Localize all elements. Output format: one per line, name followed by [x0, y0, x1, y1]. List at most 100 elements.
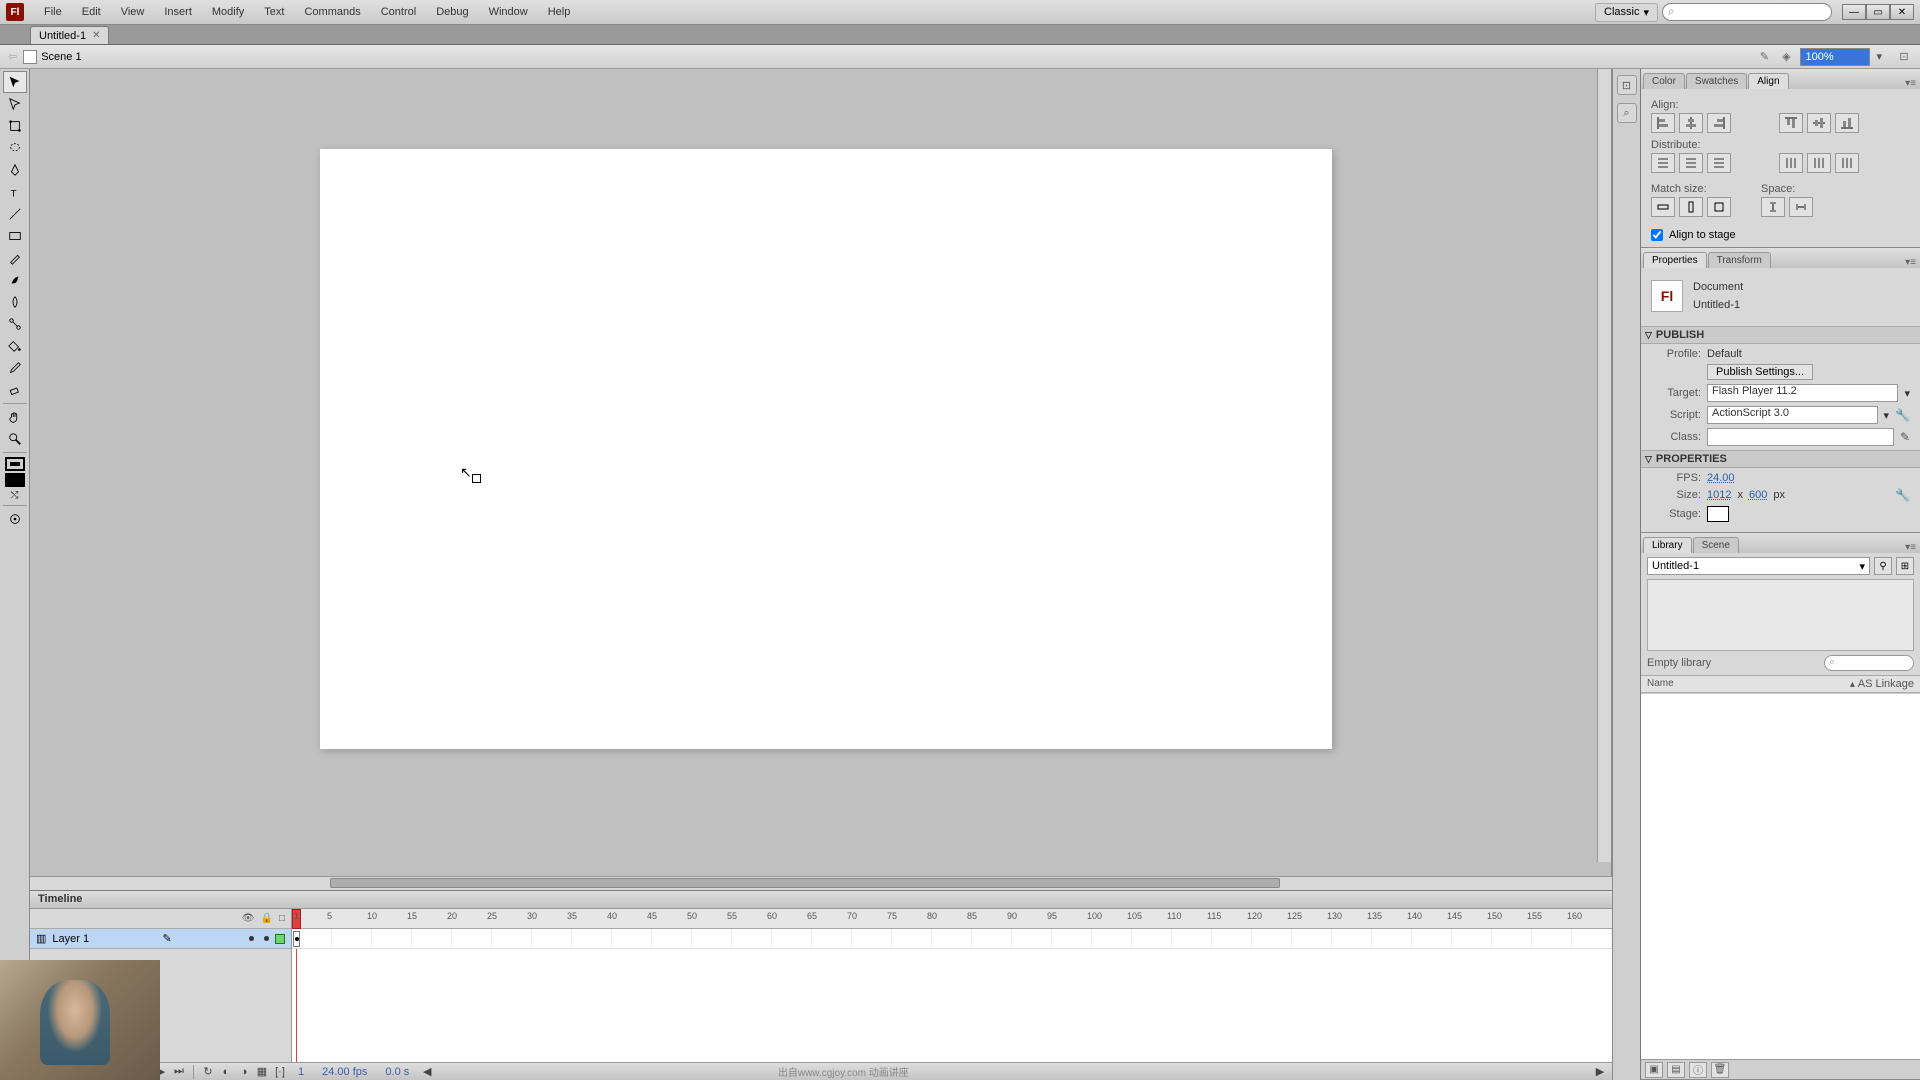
timeline-ruler[interactable]: 1 5 10 15 20 25 30 35 40 45 50 55 60 65 [292, 909, 1612, 929]
dist-top[interactable] [1651, 153, 1675, 173]
layer-outline-swatch[interactable] [275, 934, 285, 944]
dock-icon-2[interactable]: ⌕ [1617, 103, 1637, 123]
stage-color-swatch[interactable] [1707, 506, 1729, 522]
lasso-tool[interactable] [3, 137, 27, 159]
align-left[interactable] [1651, 113, 1675, 133]
timeline-title[interactable]: Timeline [30, 891, 1612, 909]
panel-menu-icon[interactable]: ▾≡ [1901, 542, 1920, 553]
paint-bucket-tool[interactable] [3, 335, 27, 357]
match-width[interactable] [1651, 197, 1675, 217]
layer-row[interactable]: ▥ Layer 1 ✎ [30, 929, 291, 949]
col-name[interactable]: Name [1647, 678, 1850, 690]
window-maximize[interactable]: ▭ [1866, 4, 1890, 20]
col-linkage[interactable]: ▴ AS Linkage [1850, 678, 1914, 690]
script-select[interactable]: ActionScript 3.0 [1707, 406, 1878, 424]
align-right[interactable] [1707, 113, 1731, 133]
properties-section[interactable]: ▽PROPERTIES [1641, 450, 1920, 468]
match-height[interactable] [1679, 197, 1703, 217]
class-input[interactable] [1707, 428, 1894, 446]
align-vcenter[interactable] [1807, 113, 1831, 133]
panel-menu-icon[interactable]: ▾≡ [1901, 257, 1920, 268]
fps-value[interactable]: 24.00 [1707, 472, 1735, 484]
width-value[interactable]: 1012 [1707, 489, 1731, 501]
close-icon[interactable]: ✕ [92, 30, 100, 41]
onion-skin-button[interactable]: ◐ [218, 1065, 234, 1079]
tab-transform[interactable]: Transform [1708, 252, 1771, 268]
height-value[interactable]: 600 [1749, 489, 1767, 501]
text-tool[interactable]: T [3, 181, 27, 203]
delete-button[interactable]: 🗑 [1711, 1062, 1729, 1078]
stage-canvas[interactable] [320, 149, 1332, 749]
publish-section[interactable]: ▽PUBLISH [1641, 326, 1920, 344]
horizontal-scrollbar[interactable] [30, 876, 1612, 890]
brush-tool[interactable] [3, 269, 27, 291]
onion-outline-button[interactable]: ◑ [236, 1065, 252, 1079]
dist-vcenter[interactable] [1679, 153, 1703, 173]
dist-right[interactable] [1835, 153, 1859, 173]
new-symbol-button[interactable]: ▣ [1645, 1062, 1663, 1078]
new-library-icon[interactable]: ⊞ [1896, 557, 1914, 575]
zoom-input[interactable] [1800, 48, 1870, 66]
menu-text[interactable]: Text [254, 0, 294, 24]
scene-label[interactable]: Scene 1 [41, 51, 81, 63]
menu-help[interactable]: Help [538, 0, 581, 24]
snap-toggle[interactable] [3, 508, 27, 530]
stroke-color-swatch[interactable] [5, 457, 25, 471]
frame-row[interactable] [292, 929, 1612, 949]
eye-icon[interactable]: 👁 [242, 913, 255, 924]
dist-hcenter[interactable] [1807, 153, 1831, 173]
edit-multiple-button[interactable]: ▦ [254, 1065, 270, 1079]
fill-color-swatch[interactable] [5, 473, 25, 487]
tab-library[interactable]: Library [1643, 537, 1692, 553]
onion-markers-button[interactable]: [·] [272, 1065, 288, 1079]
target-select[interactable]: Flash Player 11.2 [1707, 384, 1898, 402]
menu-modify[interactable]: Modify [202, 0, 254, 24]
subselection-tool[interactable] [3, 93, 27, 115]
search-input[interactable] [1662, 3, 1832, 21]
new-folder-button[interactable]: ▤ [1667, 1062, 1685, 1078]
tab-align[interactable]: Align [1748, 73, 1788, 89]
dock-icon-1[interactable]: ⊡ [1617, 75, 1637, 95]
menu-view[interactable]: View [111, 0, 155, 24]
menu-commands[interactable]: Commands [294, 0, 370, 24]
window-close[interactable]: ✕ [1890, 4, 1914, 20]
free-transform-tool[interactable] [3, 115, 27, 137]
hand-tool[interactable] [3, 406, 27, 428]
wrench-icon[interactable]: 🔧 [1895, 408, 1910, 422]
layer-name[interactable]: Layer 1 [52, 933, 89, 945]
goto-last-frame[interactable]: ⏭ [171, 1065, 187, 1079]
document-tab[interactable]: Untitled-1 ✕ [30, 26, 109, 44]
menu-debug[interactable]: Debug [426, 0, 478, 24]
zoom-dropdown-icon[interactable]: ▾ [1876, 50, 1882, 63]
eraser-tool[interactable] [3, 379, 27, 401]
vertical-scrollbar[interactable] [1597, 69, 1611, 862]
tab-swatches[interactable]: Swatches [1686, 73, 1747, 89]
wrench-icon[interactable]: 🔧 [1895, 488, 1910, 502]
line-tool[interactable] [3, 203, 27, 225]
pencil-icon[interactable]: ✎ [1900, 430, 1910, 444]
tab-color[interactable]: Color [1643, 73, 1685, 89]
rectangle-tool[interactable] [3, 225, 27, 247]
keyframe[interactable] [293, 931, 300, 947]
space-vert[interactable] [1761, 197, 1785, 217]
lock-icon[interactable]: 🔒 [261, 913, 273, 924]
stage-fit-icon[interactable]: ⊡ [1896, 49, 1912, 65]
stage-viewport[interactable]: ↖ [30, 69, 1612, 876]
chevron-down-icon[interactable]: ▾ [1884, 409, 1890, 422]
tab-scene[interactable]: Scene [1693, 537, 1739, 553]
align-top[interactable] [1779, 113, 1803, 133]
selection-tool[interactable] [3, 71, 27, 93]
swap-colors-icon[interactable]: ⤭ [3, 487, 27, 503]
eyedropper-tool[interactable] [3, 357, 27, 379]
timeline-frames[interactable]: 1 5 10 15 20 25 30 35 40 45 50 55 60 65 [292, 909, 1612, 1062]
align-hcenter[interactable] [1679, 113, 1703, 133]
dist-left[interactable] [1779, 153, 1803, 173]
loop-button[interactable]: ↻ [200, 1065, 216, 1079]
menu-edit[interactable]: Edit [72, 0, 111, 24]
edit-symbols-icon[interactable]: ◈ [1778, 49, 1794, 65]
pencil-tool[interactable] [3, 247, 27, 269]
deco-tool[interactable] [3, 291, 27, 313]
nav-back-icon[interactable]: ⇦ [8, 50, 17, 63]
tab-properties[interactable]: Properties [1643, 252, 1707, 268]
library-doc-select[interactable]: Untitled-1▾ [1647, 557, 1870, 575]
